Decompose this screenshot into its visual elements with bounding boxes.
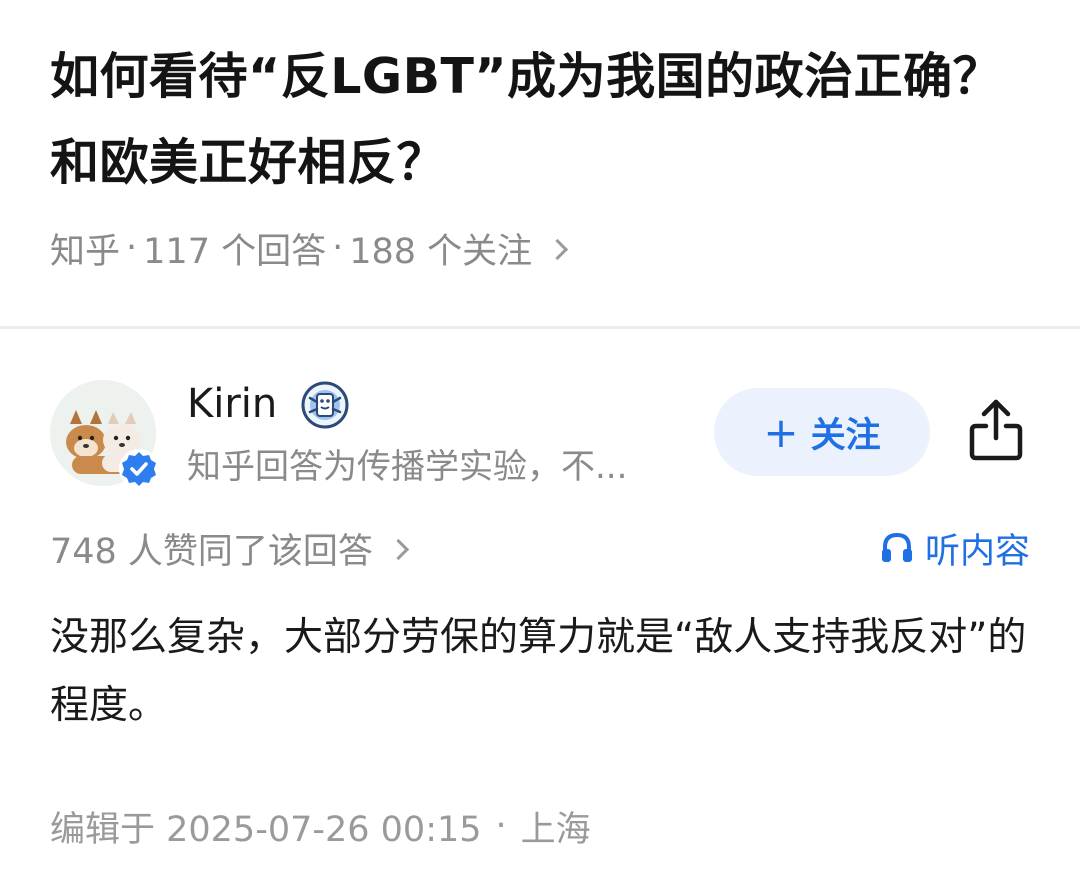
plus-icon: +	[763, 407, 799, 457]
meta-separator: ·	[126, 228, 138, 268]
listen-label: 听内容	[924, 531, 1030, 572]
answer-body[interactable]: 没那么复杂，大部分劳保的算力就是“敌人支持我反对”的程度。	[50, 604, 1040, 740]
headphones-icon	[881, 532, 912, 562]
share-icon[interactable]	[964, 396, 1028, 464]
author-avatar[interactable]	[50, 380, 159, 489]
author-name[interactable]: Kirin	[187, 376, 277, 432]
question-meta[interactable]: 知乎 · 117 个回答 · 188 个关注	[50, 222, 569, 274]
creator-medal-icon[interactable]	[300, 380, 350, 430]
edited-time: 编辑于 2025-07-26 00:15	[50, 809, 482, 850]
answers-count: 117 个回答	[143, 231, 327, 272]
verified-check-icon	[119, 449, 159, 489]
follow-button[interactable]: + 关注	[714, 388, 930, 476]
question-source: 知乎	[50, 231, 121, 272]
ip-location: 上海	[520, 809, 591, 850]
followers-count: 188 个关注	[349, 231, 533, 272]
author-bio[interactable]: 知乎回答为传播学实验，不...	[187, 442, 687, 492]
question-title[interactable]: 如何看待“反LGBT”成为我国的政治正确？和欧美正好相反？	[50, 34, 1040, 206]
votes-summary[interactable]: 748 人赞同了该回答	[50, 522, 410, 574]
footer-separator: ·	[495, 806, 507, 846]
chevron-right-icon	[387, 538, 410, 560]
listen-button[interactable]: 听内容	[879, 522, 1030, 574]
chevron-right-icon	[547, 238, 569, 260]
follow-label: 关注	[810, 415, 881, 456]
votes-text: 748 人赞同了该回答	[50, 531, 373, 572]
section-divider	[0, 326, 1080, 329]
meta-separator: ·	[332, 228, 344, 268]
answer-page: 如何看待“反LGBT”成为我国的政治正确？和欧美正好相反？ 知乎 · 117 个…	[0, 0, 1080, 891]
answer-footer: 编辑于 2025-07-26 00:15 · 上海	[50, 800, 591, 852]
